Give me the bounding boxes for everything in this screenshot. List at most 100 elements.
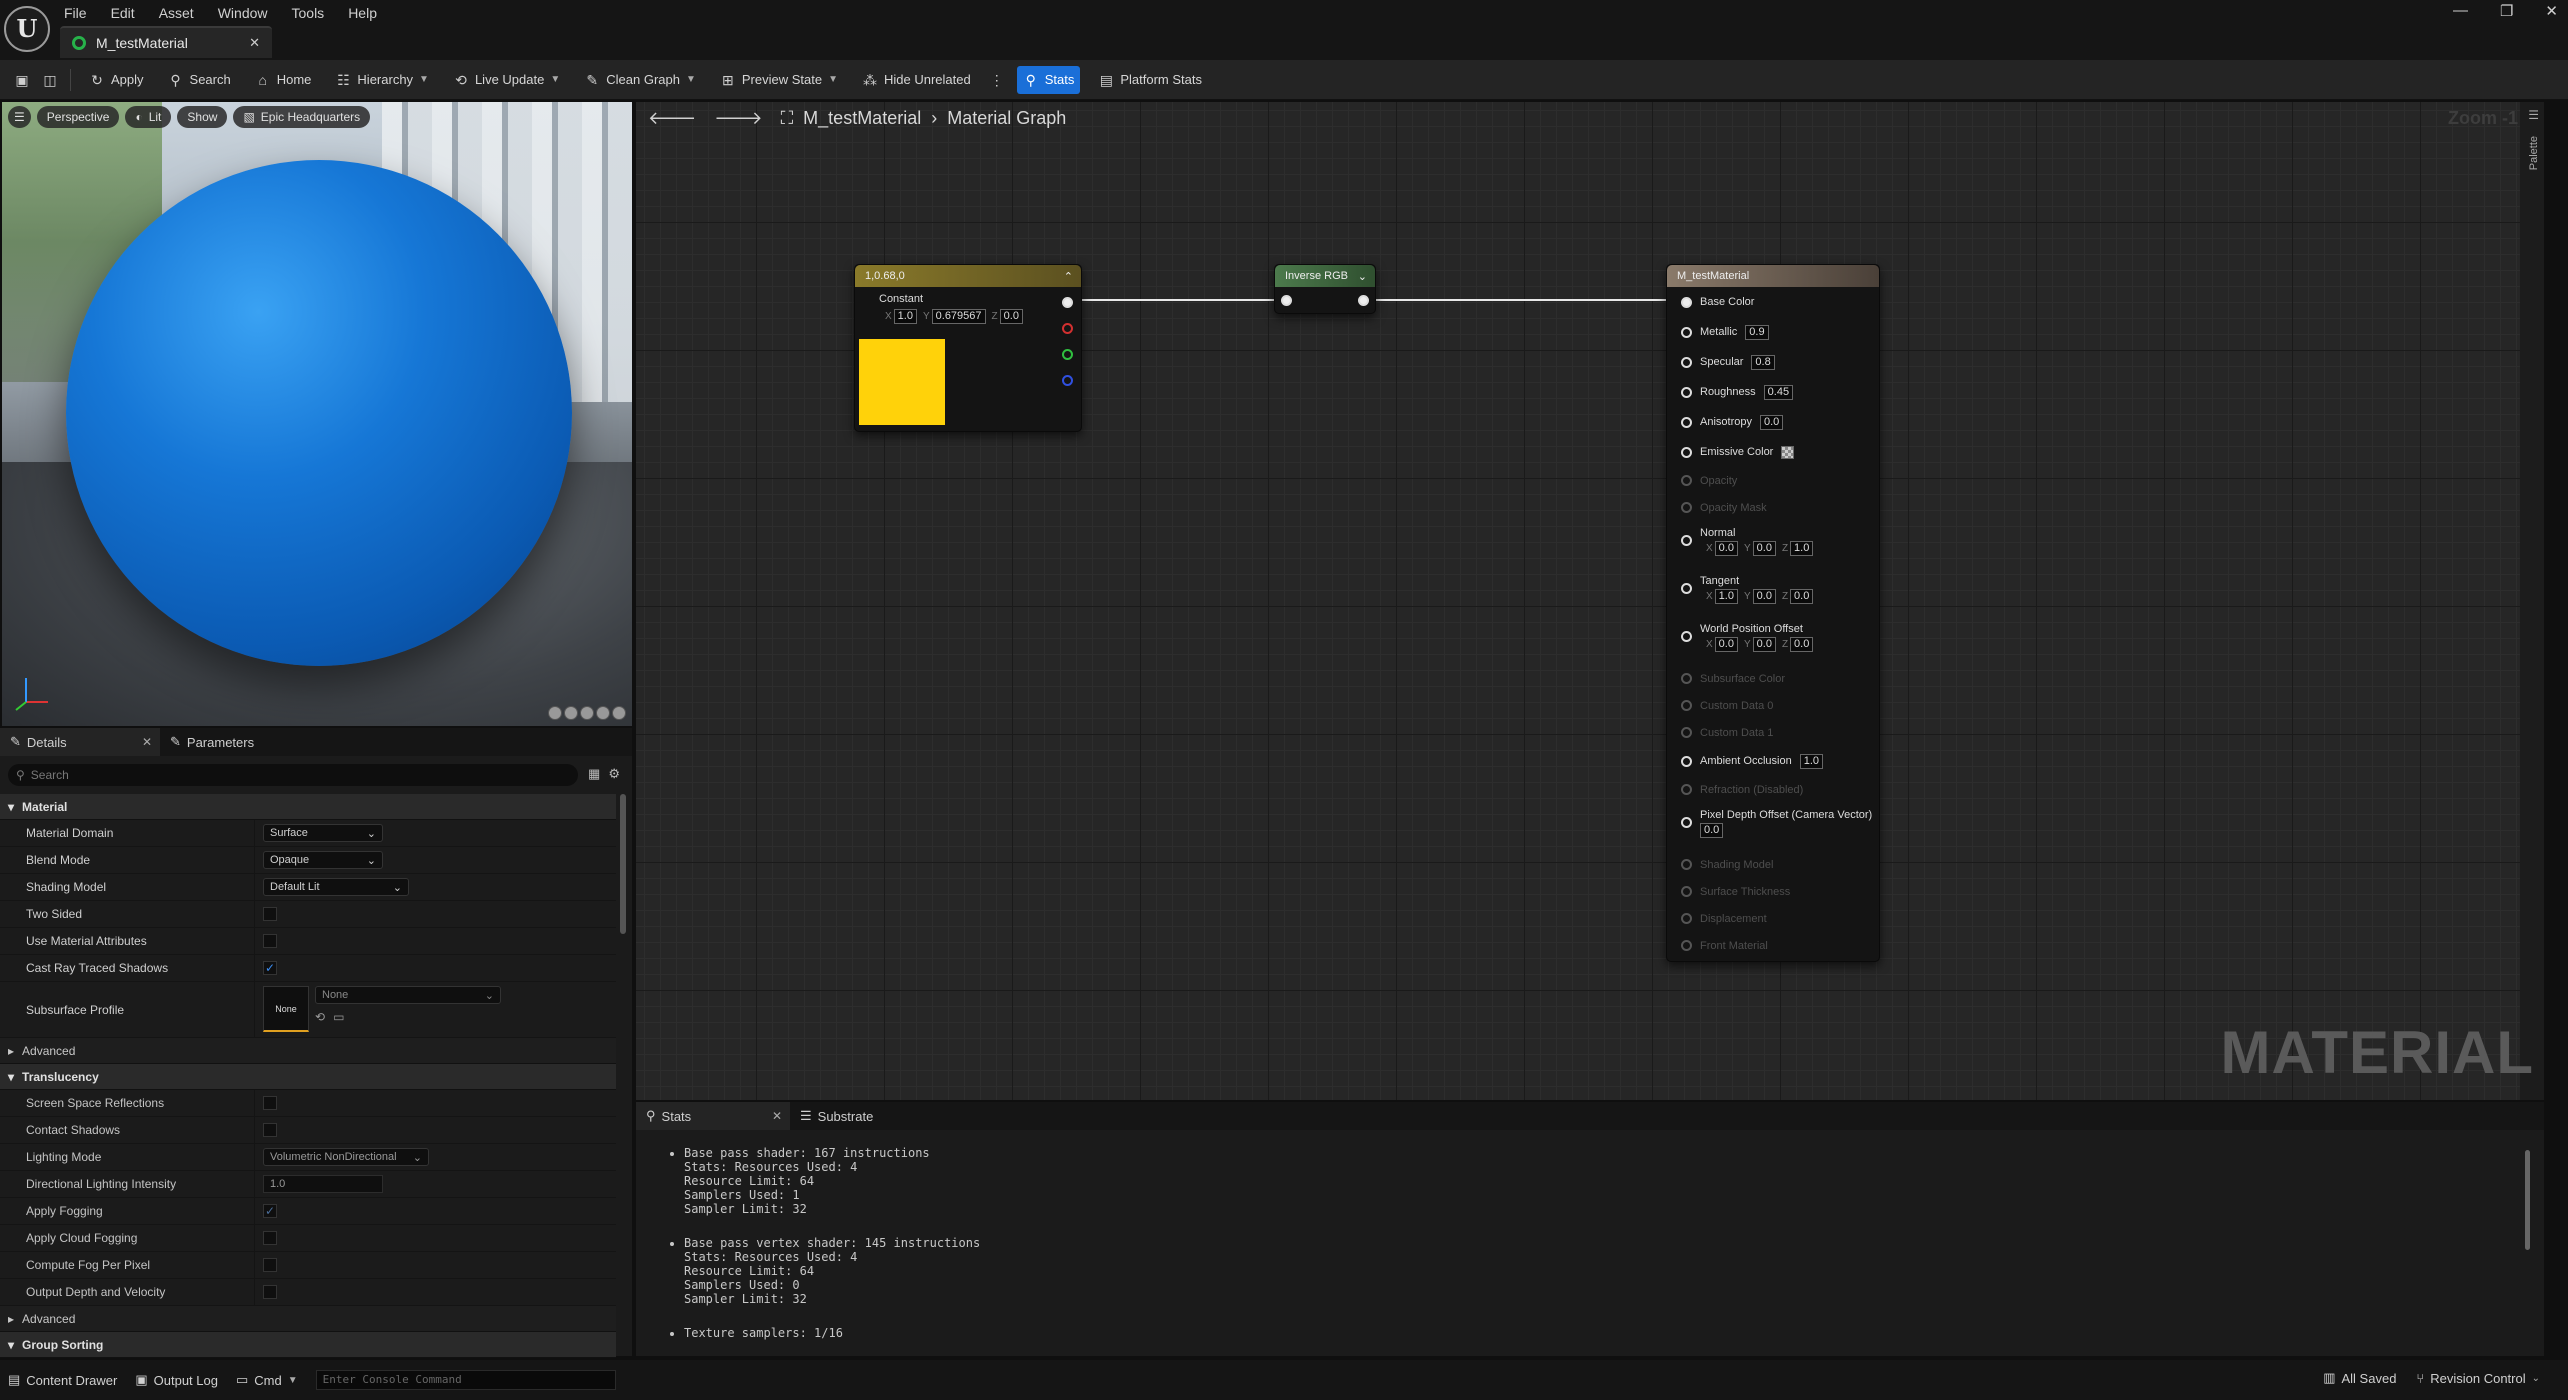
maximize-icon[interactable]: ❐ xyxy=(2500,2,2513,20)
pixel-depth-offset-input[interactable]: 0.0 xyxy=(1700,823,1724,838)
constant-node[interactable]: 1,0.68,0 ⌃ Constant X 1.0 Y 0.679567 Z 0.0 xyxy=(854,264,1082,432)
tangent-x-input[interactable]: 1.0 xyxy=(1714,589,1738,604)
plane-icon[interactable] xyxy=(580,706,594,720)
cmd-dropdown[interactable]: ▭ Cmd ▼ xyxy=(236,1372,298,1388)
category-advanced-translucency[interactable]: ▸ Advanced xyxy=(0,1306,616,1332)
material-domain-dropdown[interactable]: Surface ⌄ xyxy=(263,824,383,842)
category-advanced[interactable]: ▸ Advanced xyxy=(0,1038,616,1064)
menu-tools[interactable]: Tools xyxy=(292,2,325,24)
browse-asset-icon[interactable]: ◫ xyxy=(42,72,58,88)
menu-help[interactable]: Help xyxy=(348,2,377,24)
output-pin-g[interactable] xyxy=(1062,349,1073,360)
constant-x-input[interactable]: 1.0 xyxy=(893,309,917,324)
subsurface-profile-dropdown[interactable]: None ⌄ xyxy=(315,986,501,1004)
normal-z-input[interactable]: 1.0 xyxy=(1790,541,1814,556)
material-result-node[interactable]: M_testMaterial Base Color Metallic 0.9 Sp… xyxy=(1666,264,1880,962)
clean-graph-button[interactable]: ✎ Clean Graph ▼ xyxy=(578,66,702,94)
all-saved-button[interactable]: ▥ All Saved xyxy=(2323,1370,2396,1386)
tangent-y-input[interactable]: 0.0 xyxy=(1752,589,1776,604)
tangent-z-input[interactable]: 0.0 xyxy=(1790,589,1814,604)
menu-file[interactable]: File xyxy=(64,2,87,24)
category-translucency[interactable]: ▾ Translucency xyxy=(0,1064,616,1090)
anisotropy-input[interactable]: 0.0 xyxy=(1759,414,1784,430)
search-button[interactable]: ⚲ Search xyxy=(162,66,237,94)
wpo-z-input[interactable]: 0.0 xyxy=(1790,637,1814,652)
specular-pin[interactable] xyxy=(1681,356,1692,368)
close-tab-icon[interactable]: ✕ xyxy=(772,1109,782,1123)
output-log-button[interactable]: ▣ Output Log xyxy=(135,1372,218,1388)
minimize-icon[interactable]: — xyxy=(2453,2,2468,20)
apply-cloud-fogging-checkbox[interactable] xyxy=(263,1231,277,1245)
content-drawer-button[interactable]: ▤ Content Drawer xyxy=(8,1372,117,1388)
stats-scrollbar[interactable] xyxy=(2525,1150,2530,1250)
blend-mode-dropdown[interactable]: Opaque ⌄ xyxy=(263,851,383,869)
specular-input[interactable]: 0.8 xyxy=(1751,354,1775,370)
show-button[interactable]: Show xyxy=(177,106,228,128)
use-material-attributes-checkbox[interactable] xyxy=(263,934,277,948)
inverse-rgb-node[interactable]: Inverse RGB ⌄ xyxy=(1274,264,1376,314)
constant-y-input[interactable]: 0.679567 xyxy=(931,309,986,324)
roughness-pin[interactable] xyxy=(1681,386,1692,398)
cast-ray-traced-shadows-checkbox[interactable]: ✓ xyxy=(263,961,277,975)
material-graph-canvas[interactable]: 🡐 🡒 ⛶ M_testMaterial › Material Graph Zo… xyxy=(636,102,2544,1100)
viewport-menu-button[interactable]: ☰ xyxy=(8,106,31,128)
roughness-input[interactable]: 0.45 xyxy=(1763,384,1794,400)
emissive-pin[interactable] xyxy=(1681,446,1692,458)
collapse-icon[interactable]: ⌃ xyxy=(1064,270,1073,283)
close-window-icon[interactable]: ✕ xyxy=(2545,2,2558,20)
output-pin-rgb[interactable] xyxy=(1062,297,1073,308)
document-tab[interactable]: M_testMaterial ✕ xyxy=(60,26,272,58)
tab-details[interactable]: ✎ Details ✕ xyxy=(0,728,160,756)
save-icon[interactable]: ▣ xyxy=(14,72,30,88)
input-pin[interactable] xyxy=(1281,295,1292,306)
metallic-pin[interactable] xyxy=(1681,326,1692,338)
close-tab-icon[interactable]: ✕ xyxy=(249,35,260,51)
tab-substrate[interactable]: ☰ Substrate xyxy=(790,1102,883,1130)
cylinder-icon[interactable] xyxy=(548,706,562,720)
checker-swatch-icon[interactable] xyxy=(1781,445,1795,459)
home-button[interactable]: ⌂ Home xyxy=(249,66,318,94)
shading-model-dropdown[interactable]: Default Lit ⌄ xyxy=(263,878,409,896)
more-options-icon[interactable]: ⋮ xyxy=(989,72,1005,88)
directional-lighting-intensity-input[interactable]: 1.0 xyxy=(263,1175,383,1193)
output-pin-b[interactable] xyxy=(1062,375,1073,386)
contact-shadows-checkbox[interactable] xyxy=(263,1123,277,1137)
lit-button[interactable]: ◐ Lit xyxy=(125,106,172,128)
live-update-button[interactable]: ⟲ Live Update ▼ xyxy=(447,66,566,94)
environment-button[interactable]: ▧ Epic Headquarters xyxy=(233,106,371,128)
preview-viewport[interactable]: ☰ Perspective ◐ Lit Show ▧ Epic Headquarte… xyxy=(2,102,632,726)
hide-unrelated-button[interactable]: ⁂ Hide Unrelated xyxy=(856,66,977,94)
ambient-occlusion-input[interactable]: 1.0 xyxy=(1799,753,1824,769)
menu-window[interactable]: Window xyxy=(218,2,268,24)
lighting-mode-dropdown[interactable]: Volumetric NonDirectional ⌄ xyxy=(263,1148,429,1166)
chevron-down-icon[interactable]: ⌄ xyxy=(1358,270,1367,283)
cube-icon[interactable] xyxy=(596,706,610,720)
tab-stats[interactable]: ⚲ Stats ✕ xyxy=(636,1102,790,1130)
compute-fog-per-pixel-checkbox[interactable] xyxy=(263,1258,277,1272)
details-search-input[interactable]: ⚲ Search xyxy=(8,764,578,786)
perspective-button[interactable]: Perspective xyxy=(36,106,120,128)
ambient-occlusion-pin[interactable] xyxy=(1681,755,1692,767)
unreal-logo-icon[interactable]: U xyxy=(4,6,50,52)
platform-stats-button[interactable]: ▤ Platform Stats xyxy=(1092,66,1208,94)
reset-arrow-icon[interactable]: ⟲ xyxy=(315,1010,325,1024)
pixel-depth-offset-pin[interactable] xyxy=(1681,817,1692,828)
apply-fogging-checkbox[interactable]: ✓ xyxy=(263,1204,277,1218)
two-sided-checkbox[interactable] xyxy=(263,907,277,921)
base-color-pin[interactable] xyxy=(1681,296,1692,308)
normal-pin[interactable] xyxy=(1681,535,1692,546)
output-pin-r[interactable] xyxy=(1062,323,1073,334)
browse-folder-icon[interactable]: ▭ xyxy=(333,1010,344,1024)
teapot-icon[interactable] xyxy=(612,706,626,720)
apply-button[interactable]: ↻ Apply xyxy=(83,66,150,94)
menu-asset[interactable]: Asset xyxy=(159,2,194,24)
wpo-y-input[interactable]: 0.0 xyxy=(1752,637,1776,652)
revision-control-button[interactable]: ⑂ Revision Control ⌄ xyxy=(2416,1370,2540,1386)
output-depth-velocity-checkbox[interactable] xyxy=(263,1285,277,1299)
metallic-input[interactable]: 0.9 xyxy=(1745,324,1769,340)
category-material[interactable]: ▾ Material xyxy=(0,794,616,820)
preview-state-button[interactable]: ⊞ Preview State ▼ xyxy=(714,66,844,94)
wpo-pin[interactable] xyxy=(1681,631,1692,642)
wpo-x-input[interactable]: 0.0 xyxy=(1714,637,1738,652)
stats-button[interactable]: ⚲ Stats xyxy=(1016,65,1081,94)
